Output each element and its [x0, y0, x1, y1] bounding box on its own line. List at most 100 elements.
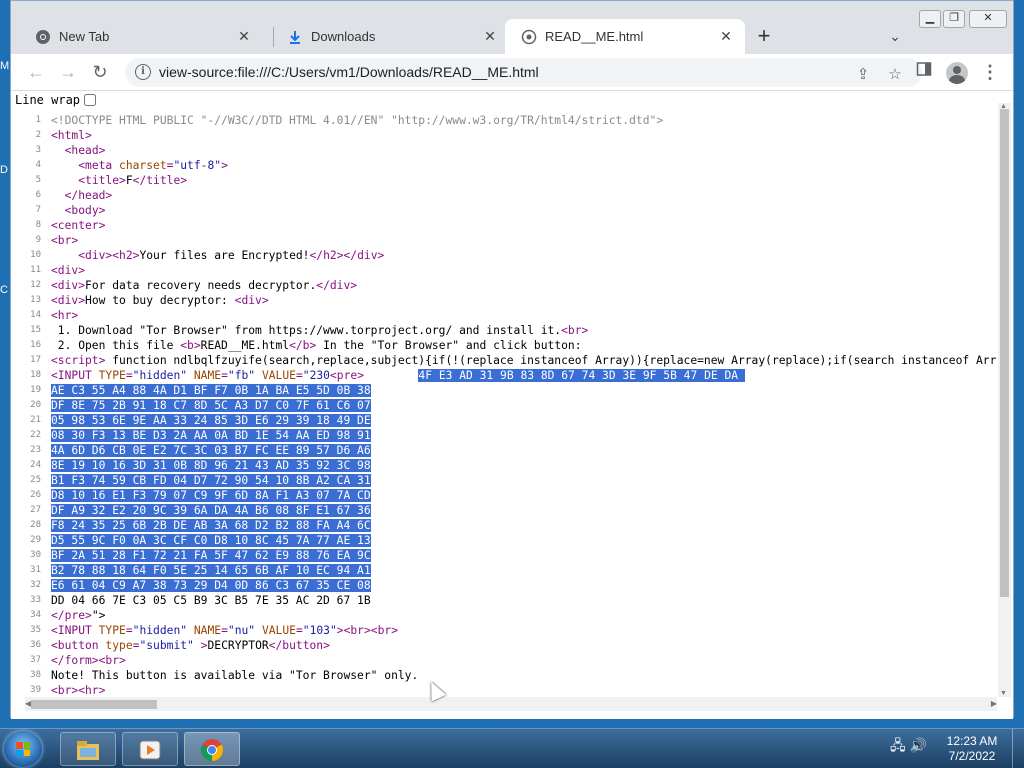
desktop-icon-label: M: [0, 60, 10, 72]
source-line: 10 <div><h2>Your files are Encrypted!</h…: [11, 248, 997, 263]
close-icon[interactable]: ✕: [481, 27, 499, 45]
line-number: 27: [30, 505, 41, 515]
menu-dots-icon[interactable]: ⋮: [981, 62, 999, 84]
taskbar-chrome[interactable]: [184, 732, 240, 766]
line-wrap-toggle[interactable]: Line wrap: [15, 93, 97, 107]
line-number: 21: [30, 415, 41, 425]
taskbar-media-player[interactable]: [122, 732, 178, 766]
source-line: 27 DF A9 32 E2 20 9C 39 6A DA 4A B6 08 8F…: [11, 503, 997, 518]
url-text[interactable]: view-source:file:///C:/Users/vm1/Downloa…: [159, 64, 539, 80]
source-line: 35 <INPUT TYPE="hidden" NAME="nu" VALUE="…: [11, 623, 997, 638]
scroll-right-icon[interactable]: ▶: [991, 699, 997, 708]
line-number: 16: [30, 340, 41, 350]
source-line: 33 DD 04 66 7E C3 05 C5 B9 3C B5 7E 35 AC…: [11, 593, 997, 608]
forward-arrow-icon[interactable]: →: [56, 61, 80, 85]
horizontal-scrollbar[interactable]: ◀ ▶: [25, 697, 997, 711]
source-line: 18 <INPUT TYPE="hidden" NAME="fb" VALUE="…: [11, 368, 997, 383]
scrollbar-thumb[interactable]: [1000, 109, 1009, 597]
line-number: 18: [30, 370, 41, 380]
close-window-button[interactable]: ✕: [969, 10, 1007, 28]
source-line: 19 AE C3 55 A4 88 4A D1 BF F7 0B 1A BA E5…: [11, 383, 997, 398]
line-code: B2 78 88 18 64 F0 5E 25 14 65 6B AF 10 E…: [51, 564, 371, 577]
source-code[interactable]: 1 <!DOCTYPE HTML PUBLIC "-//W3C//DTD HTML…: [11, 113, 997, 697]
line-code: 1. Download "Tor Browser" from https://w…: [51, 324, 589, 337]
source-line: 11 <div>: [11, 263, 997, 278]
line-number: 4: [35, 160, 41, 170]
side-panel-icon[interactable]: [914, 61, 934, 79]
start-button[interactable]: [4, 731, 42, 767]
tab-new-tab[interactable]: New Tab ✕: [11, 19, 263, 54]
line-code: 2. Open this file <b>READ__ME.html</b> I…: [51, 339, 582, 352]
line-code: <head>: [64, 144, 106, 157]
taskbar-explorer[interactable]: [60, 732, 116, 766]
source-line: 15 1. Download "Tor Browser" from https:…: [11, 323, 997, 338]
scrollbar-thumb[interactable]: [31, 700, 157, 709]
line-wrap-label: Line wrap: [15, 93, 81, 107]
line-wrap-checkbox[interactable]: [84, 94, 97, 106]
restore-button[interactable]: ❐: [943, 10, 965, 28]
reload-icon[interactable]: ↻: [88, 61, 112, 85]
line-number: 14: [30, 310, 41, 320]
line-number: 12: [30, 280, 41, 290]
line-code: <div>For data recovery needs decryptor.<…: [51, 279, 358, 292]
chevron-down-icon[interactable]: ⌄: [885, 28, 905, 46]
address-bar[interactable]: i view-source:file:///C:/Users/vm1/Downl…: [125, 58, 922, 87]
chrome-logo-icon: [201, 739, 223, 761]
source-line: 31 B2 78 88 18 64 F0 5E 25 14 65 6B AF 10…: [11, 563, 997, 578]
tab-strip: New Tab ✕ Downloads ✕ READ__ME.html ✕ + …: [11, 1, 1013, 54]
line-number: 1: [35, 115, 41, 125]
toolbar: ← → ↻ i view-source:file:///C:/Users/vm1…: [11, 54, 1013, 91]
line-code: DF 8E 75 2B 91 18 C7 8D 5C A3 D7 C0 7F 6…: [51, 399, 371, 412]
line-code: D5 55 9C F0 0A 3C CF C0 D8 10 8C 45 7A 7…: [51, 534, 371, 547]
line-code: AE C3 55 A4 88 4A D1 BF F7 0B 1A BA E5 5…: [51, 384, 371, 397]
source-line: 20 DF 8E 75 2B 91 18 C7 8D 5C A3 D7 C0 7F…: [11, 398, 997, 413]
line-code: <div><h2>Your files are Encrypted!</h2><…: [78, 249, 385, 262]
clock[interactable]: 12:23 AM 7/2/2022: [940, 734, 1004, 764]
line-number: 9: [35, 235, 41, 245]
media-player-icon: [139, 740, 161, 760]
source-line: 13 <div>How to buy decryptor: <div>: [11, 293, 997, 308]
line-code: <hr>: [51, 309, 79, 322]
profile-avatar-icon[interactable]: [946, 62, 968, 84]
line-code: 4A 6D D6 CB 0E E2 7C 3C 03 B7 FC EE 89 5…: [51, 444, 371, 457]
close-icon[interactable]: ✕: [235, 27, 253, 45]
source-line: 9 <br>: [11, 233, 997, 248]
line-code: <!DOCTYPE HTML PUBLIC "-//W3C//DTD HTML …: [51, 114, 664, 127]
volume-icon[interactable]: 🔊: [910, 737, 927, 753]
minimize-button[interactable]: ▁: [919, 10, 941, 28]
network-icon[interactable]: 🖧: [890, 737, 906, 753]
line-code: </pre>">: [51, 609, 106, 622]
line-code: <div>How to buy decryptor: <div>: [51, 294, 269, 307]
line-number: 31: [30, 565, 41, 575]
vertical-scrollbar[interactable]: ▲ ▼: [998, 103, 1011, 697]
source-line: 16 2. Open this file <b>READ__ME.html</b…: [11, 338, 997, 353]
source-line: 29 D5 55 9C F0 0A 3C CF C0 D8 10 8C 45 7A…: [11, 533, 997, 548]
show-desktop-button[interactable]: [1012, 729, 1024, 768]
star-icon[interactable]: ☆: [885, 65, 905, 83]
line-code: 05 98 53 6E 9E AA 33 24 85 3D E6 29 39 1…: [51, 414, 371, 427]
line-code: <INPUT TYPE="hidden" NAME="fb" VALUE="23…: [51, 369, 745, 382]
line-code: <body>: [64, 204, 106, 217]
new-tab-button[interactable]: +: [753, 25, 775, 48]
line-code: <button type="submit" >DECRYPTOR</button…: [51, 639, 330, 652]
share-icon[interactable]: ⇪: [853, 65, 873, 83]
line-code: Note! This button is available via "Tor …: [51, 669, 419, 682]
source-line: 3 <head>: [11, 143, 997, 158]
tab-read-me[interactable]: READ__ME.html ✕: [505, 19, 745, 54]
line-number: 7: [35, 205, 41, 215]
line-number: 29: [30, 535, 41, 545]
desktop-icon-label: C: [0, 284, 8, 296]
line-number: 22: [30, 430, 41, 440]
tab-downloads[interactable]: Downloads ✕: [263, 19, 509, 54]
close-icon[interactable]: ✕: [717, 27, 735, 45]
info-icon[interactable]: i: [135, 64, 151, 80]
line-code: <br>: [51, 234, 79, 247]
line-number: 24: [30, 460, 41, 470]
source-line: 14 <hr>: [11, 308, 997, 323]
line-number: 34: [30, 610, 41, 620]
back-arrow-icon[interactable]: ←: [24, 61, 48, 85]
source-line: 2 <html>: [11, 128, 997, 143]
line-number: 36: [30, 640, 41, 650]
line-number: 17: [30, 355, 41, 365]
scroll-down-icon[interactable]: ▼: [1000, 690, 1007, 697]
